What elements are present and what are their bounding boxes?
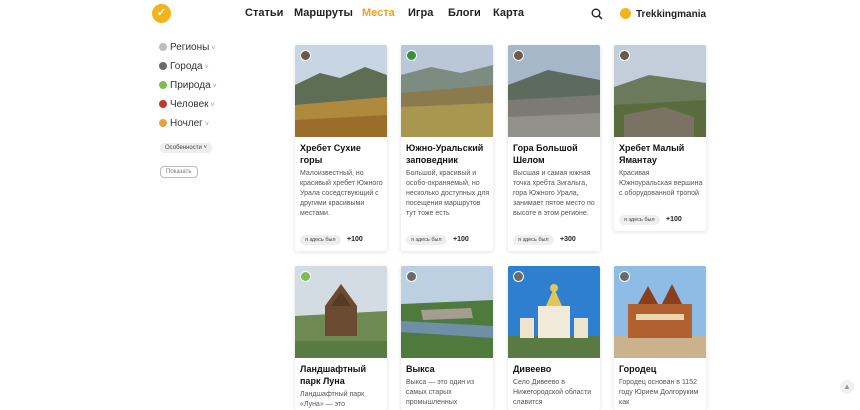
category-badge-icon (513, 50, 524, 61)
category-badge-icon (406, 271, 417, 282)
category-badge-icon (619, 50, 630, 61)
been-here-button[interactable]: я здесь был (406, 235, 447, 245)
category-badge-icon (406, 50, 417, 61)
points-value: +100 (666, 216, 682, 223)
nav-places[interactable]: Места (362, 7, 395, 19)
features-dropdown[interactable]: Особенности ˅ (160, 143, 213, 153)
card-title[interactable]: Хребет Малый Ямантау (619, 142, 703, 166)
place-card[interactable]: Городец Городец основан в 1152 году Юрие… (614, 266, 706, 410)
nav-map[interactable]: Карта (493, 7, 524, 19)
card-description: Высшая и самая южная точка хребта Зигаль… (513, 170, 595, 217)
place-card[interactable]: Выкса Выкса — это один из самых старых п… (401, 266, 493, 410)
points-value: +100 (347, 236, 363, 243)
place-card[interactable]: Хребет Сухие горы Малоизвестный, но крас… (295, 45, 387, 251)
card-title[interactable]: Хребет Сухие горы (300, 142, 384, 166)
brand-avatar-icon (620, 8, 631, 19)
user-brand[interactable]: Trekkingmania (620, 8, 706, 20)
chevron-down-icon: ˅ (211, 45, 216, 52)
filter-human-label: Человек (170, 99, 209, 110)
human-icon (159, 100, 167, 108)
filter-human[interactable]: Человек ˅ (159, 99, 215, 110)
chevron-down-icon: ˅ (204, 121, 209, 128)
filter-regions[interactable]: Регионы ˅ (159, 42, 215, 53)
nav-routes[interactable]: Маршруты (294, 7, 353, 19)
cities-icon (159, 62, 167, 70)
chevron-down-icon: ˅ (210, 102, 215, 109)
card-description: Малоизвестный, но красивый хребет Южного… (300, 170, 383, 217)
filter-nature[interactable]: Природа ˅ (159, 80, 217, 91)
category-badge-icon (619, 271, 630, 282)
points-value: +300 (560, 236, 576, 243)
category-badge-icon (300, 50, 311, 61)
place-card[interactable]: Хребет Малый Ямантау Красивая Южноуральс… (614, 45, 706, 231)
filter-lodging[interactable]: Ночлег ˅ (159, 118, 209, 129)
card-description: Большой, красивый и особо-охраняемый, но… (406, 170, 490, 217)
category-badge-icon (300, 271, 311, 282)
nature-icon (159, 81, 167, 89)
card-description: Городец основан в 1152 году Юрием Долгор… (619, 379, 699, 406)
card-title[interactable]: Дивеево (513, 363, 597, 375)
card-title[interactable]: Южно-Уральский заповедник (406, 142, 490, 166)
place-card[interactable]: Дивеево Село Дивеево в Нижегородской обл… (508, 266, 600, 410)
been-here-button[interactable]: я здесь был (513, 235, 554, 245)
points-value: +100 (453, 236, 469, 243)
logo-icon[interactable]: ✓ (152, 4, 171, 23)
place-card[interactable]: Гора Большой Шелом Высшая и самая южная … (508, 45, 600, 251)
card-title[interactable]: Выкса (406, 363, 490, 375)
filter-lodging-label: Ночлег (170, 118, 203, 129)
place-card[interactable]: Южно-Уральский заповедник Большой, краси… (401, 45, 493, 251)
filter-regions-label: Регионы (170, 42, 210, 53)
card-description: Ландшафтный парк «Луна» — это (300, 391, 365, 408)
category-badge-icon (513, 271, 524, 282)
card-description: Выкса — это один из самых старых промышл… (406, 379, 475, 406)
nav-blogs[interactable]: Блоги (448, 7, 481, 19)
top-header: ✓ Статьи Маршруты Места Игра Блоги Карта… (0, 0, 860, 28)
place-card[interactable]: Ландшафтный парк Луна Ландшафтный парк «… (295, 266, 387, 410)
been-here-button[interactable]: я здесь был (619, 215, 660, 225)
chevron-down-icon: ˅ (204, 64, 209, 71)
card-description: Красивая Южноуральская вершина с оборудо… (619, 170, 703, 197)
regions-icon (159, 43, 167, 51)
chevron-down-icon: ˅ (212, 83, 217, 90)
brand-name: Trekkingmania (636, 9, 707, 20)
features-label: Особенности (165, 145, 202, 151)
filter-cities-label: Города (170, 61, 203, 72)
show-button[interactable]: Показать (160, 166, 198, 178)
card-title[interactable]: Ландшафтный парк Луна (300, 363, 384, 387)
filter-nature-label: Природа (170, 80, 211, 91)
card-title[interactable]: Городец (619, 363, 703, 375)
card-description: Село Дивеево в Нижегородской области сла… (513, 379, 592, 406)
card-title[interactable]: Гора Большой Шелом (513, 142, 597, 166)
search-icon[interactable] (591, 8, 603, 20)
filter-cities[interactable]: Города ˅ (159, 61, 209, 72)
lodging-icon (159, 119, 167, 127)
nav-game[interactable]: Игра (408, 7, 433, 19)
scroll-to-top-icon[interactable]: ▲ (840, 380, 854, 394)
nav-articles[interactable]: Статьи (245, 7, 283, 19)
been-here-button[interactable]: я здесь был (300, 235, 341, 245)
